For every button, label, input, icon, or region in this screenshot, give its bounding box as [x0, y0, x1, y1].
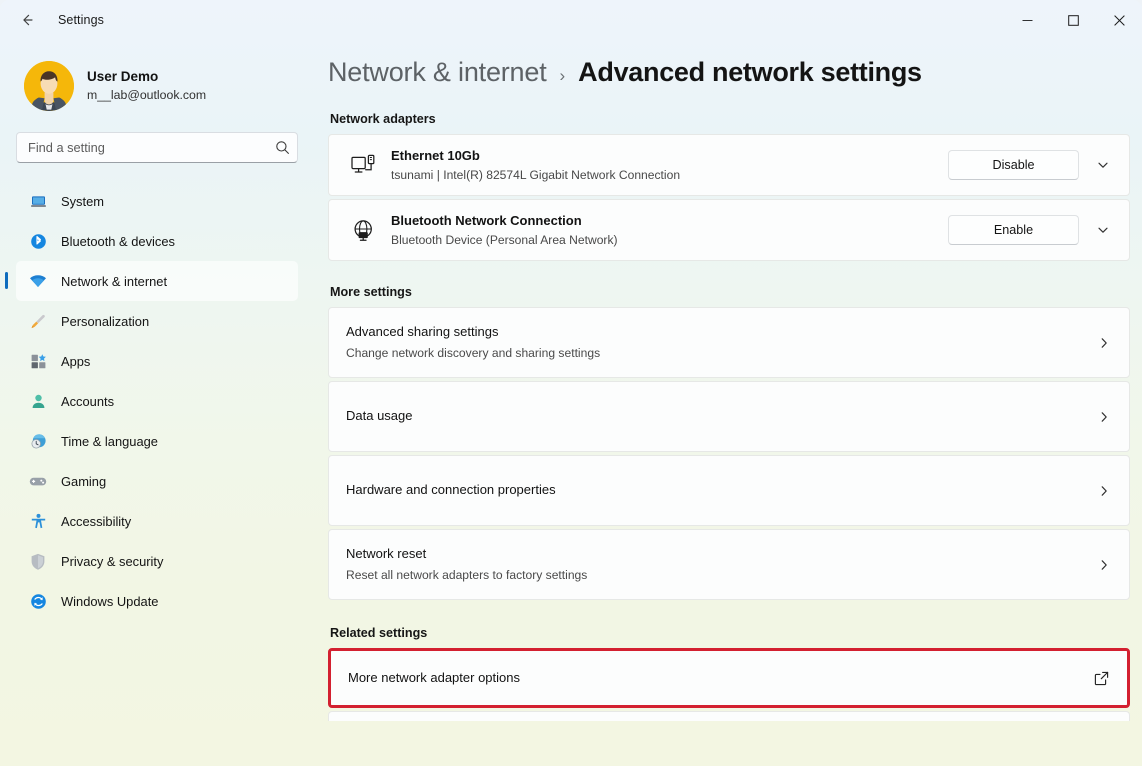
- page-title: Advanced network settings: [578, 57, 922, 88]
- chevron-right-icon: [1097, 484, 1111, 498]
- brush-icon: [29, 312, 47, 330]
- breadcrumb: Network & internet › Advanced network se…: [328, 57, 1130, 88]
- sidebar-item-label: System: [61, 194, 104, 209]
- gamepad-icon: [29, 472, 47, 490]
- setting-row-data-usage[interactable]: Data usage: [328, 381, 1130, 452]
- breadcrumb-separator-icon: ›: [560, 66, 566, 86]
- accessibility-icon: [29, 512, 47, 530]
- setting-title: Advanced sharing settings: [346, 323, 1097, 341]
- adapter-expand-button[interactable]: [1087, 149, 1119, 181]
- sidebar-item-bluetooth-devices[interactable]: Bluetooth & devices: [16, 221, 298, 261]
- setting-row-network-reset[interactable]: Network reset Reset all network adapters…: [328, 529, 1130, 600]
- sidebar-item-label: Bluetooth & devices: [61, 234, 175, 249]
- bluetooth-icon: [29, 232, 47, 250]
- sidebar-item-label: Accounts: [61, 394, 114, 409]
- setting-title: Hardware and connection properties: [346, 481, 1097, 499]
- external-link-icon: [1094, 671, 1109, 686]
- apps-icon: [29, 352, 47, 370]
- clock-icon: [29, 432, 47, 450]
- back-arrow-icon: [19, 12, 35, 28]
- adapter-row-bluetooth[interactable]: Bluetooth Network Connection Bluetooth D…: [328, 199, 1130, 261]
- search-icon: [267, 140, 297, 155]
- sidebar-item-gaming[interactable]: Gaming: [16, 461, 298, 501]
- sidebar-item-label: Apps: [61, 354, 90, 369]
- maximize-icon: [1068, 15, 1079, 26]
- account-email: m__lab@outlook.com: [87, 87, 206, 104]
- sidebar-item-label: Personalization: [61, 314, 149, 329]
- sidebar-item-system[interactable]: System: [16, 181, 298, 221]
- adapter-enable-button[interactable]: Enable: [948, 215, 1079, 245]
- sidebar-item-apps[interactable]: Apps: [16, 341, 298, 381]
- adapter-row-ethernet[interactable]: Ethernet 10Gb tsunami | Intel(R) 82574L …: [328, 134, 1130, 196]
- update-icon: [29, 592, 47, 610]
- breadcrumb-parent-link[interactable]: Network & internet: [328, 57, 547, 88]
- network-adapters-list: Ethernet 10Gb tsunami | Intel(R) 82574L …: [328, 134, 1130, 261]
- sidebar-item-label: Time & language: [61, 434, 158, 449]
- chevron-right-icon: [1097, 558, 1111, 572]
- section-label-network-adapters: Network adapters: [330, 112, 1130, 126]
- ethernet-icon: [345, 150, 381, 180]
- chevron-right-icon: [1097, 410, 1111, 424]
- main-content: Network & internet › Advanced network se…: [314, 40, 1142, 766]
- sidebar: User Demo m__lab@outlook.com: [0, 40, 314, 766]
- search-box[interactable]: [16, 132, 298, 163]
- bluetooth-network-icon: [345, 215, 381, 245]
- network-icon: [29, 272, 47, 290]
- back-button[interactable]: [10, 5, 44, 35]
- account-tile[interactable]: User Demo m__lab@outlook.com: [20, 57, 298, 115]
- setting-title: Data usage: [346, 407, 1097, 425]
- next-card-partial: [328, 711, 1130, 721]
- avatar: [24, 61, 74, 111]
- shield-icon: [29, 552, 47, 570]
- chevron-right-icon: [1097, 336, 1111, 350]
- sidebar-item-network-internet[interactable]: Network & internet: [16, 261, 298, 301]
- sidebar-item-label: Gaming: [61, 474, 106, 489]
- minimize-icon: [1022, 15, 1033, 26]
- setting-subtitle: Reset all network adapters to factory se…: [346, 567, 1097, 584]
- sidebar-item-windows-update[interactable]: Windows Update: [16, 581, 298, 621]
- section-label-more-settings: More settings: [330, 285, 1130, 299]
- adapter-disable-button[interactable]: Disable: [948, 150, 1079, 180]
- chevron-down-icon: [1096, 223, 1110, 237]
- section-label-related-settings: Related settings: [330, 626, 1130, 640]
- settings-window: Settings: [0, 0, 1142, 766]
- more-settings-list: Advanced sharing settings Change network…: [328, 307, 1130, 600]
- sidebar-item-accounts[interactable]: Accounts: [16, 381, 298, 421]
- minimize-button[interactable]: [1004, 0, 1050, 40]
- setting-row-hardware-and-connection-properties[interactable]: Hardware and connection properties: [328, 455, 1130, 526]
- sidebar-nav: System Bluetooth & devices: [16, 181, 298, 621]
- adapter-description: tsunami | Intel(R) 82574L Gigabit Networ…: [391, 167, 948, 183]
- avatar-illustration-icon: [24, 61, 74, 111]
- adapter-name: Bluetooth Network Connection: [391, 212, 948, 230]
- sidebar-item-label: Privacy & security: [61, 554, 163, 569]
- related-title: More network adapter options: [348, 669, 1094, 687]
- adapter-name: Ethernet 10Gb: [391, 147, 948, 165]
- window-controls: [1004, 0, 1142, 40]
- adapter-expand-button[interactable]: [1087, 214, 1119, 246]
- search-input[interactable]: [17, 140, 267, 155]
- chevron-down-icon: [1096, 158, 1110, 172]
- titlebar: Settings: [0, 0, 1142, 40]
- sidebar-item-label: Network & internet: [61, 274, 167, 289]
- sidebar-item-label: Windows Update: [61, 594, 158, 609]
- close-icon: [1114, 15, 1125, 26]
- maximize-button[interactable]: [1050, 0, 1096, 40]
- accounts-icon: [29, 392, 47, 410]
- sidebar-item-personalization[interactable]: Personalization: [16, 301, 298, 341]
- sidebar-item-accessibility[interactable]: Accessibility: [16, 501, 298, 541]
- setting-title: Network reset: [346, 545, 1097, 563]
- setting-subtitle: Change network discovery and sharing set…: [346, 345, 1097, 362]
- highlight-outline: More network adapter options: [328, 648, 1130, 708]
- adapter-description: Bluetooth Device (Personal Area Network): [391, 232, 948, 248]
- sidebar-item-privacy-security[interactable]: Privacy & security: [16, 541, 298, 581]
- system-icon: [29, 192, 47, 210]
- sidebar-item-time-language[interactable]: Time & language: [16, 421, 298, 461]
- setting-row-advanced-sharing-settings[interactable]: Advanced sharing settings Change network…: [328, 307, 1130, 378]
- sidebar-item-label: Accessibility: [61, 514, 131, 529]
- window-title: Settings: [58, 13, 104, 27]
- related-row-more-network-adapter-options[interactable]: More network adapter options: [331, 651, 1127, 705]
- close-button[interactable]: [1096, 0, 1142, 40]
- account-name: User Demo: [87, 68, 206, 86]
